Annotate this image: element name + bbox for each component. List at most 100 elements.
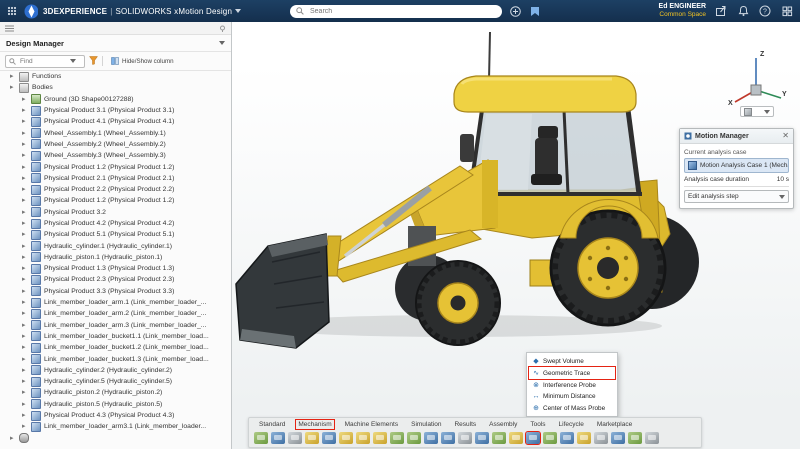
- expand-chevron-icon[interactable]: ▸: [22, 265, 28, 272]
- export-icon[interactable]: [645, 432, 659, 444]
- expand-chevron-icon[interactable]: ▸: [22, 164, 28, 171]
- tree-item[interactable]: ▸ Link_member_loader_arm3.1 (Link_member…: [0, 421, 231, 432]
- tree-item[interactable]: ▸ Hydraulic_piston.2 (Hydraulic_piston.2…: [0, 387, 231, 398]
- measure-icon[interactable]: [594, 432, 608, 444]
- mechanism-manager-icon[interactable]: [271, 432, 285, 444]
- add-icon[interactable]: [508, 4, 522, 18]
- expand-chevron-icon[interactable]: ▸: [22, 220, 28, 227]
- cylindrical-joint-icon[interactable]: [373, 432, 387, 444]
- tree-item[interactable]: ▸ Link_member_loader_arm.1 (Link_member_…: [0, 297, 231, 308]
- force-icon[interactable]: [509, 432, 523, 444]
- find-input[interactable]: [18, 56, 68, 66]
- action-bar-tab[interactable]: Simulation: [409, 420, 443, 429]
- refresh-icon[interactable]: [254, 432, 268, 444]
- tree-item[interactable]: ▸ Physical Product 1.2 (Physical Product…: [0, 195, 231, 206]
- expand-chevron-icon[interactable]: ▸: [22, 197, 28, 204]
- expand-chevron-icon[interactable]: ▸: [22, 344, 28, 351]
- chevron-down-icon[interactable]: [70, 59, 76, 63]
- expand-chevron-icon[interactable]: ▸: [22, 175, 28, 182]
- motor-icon[interactable]: [424, 432, 438, 444]
- hide-show-column[interactable]: Hide/Show column: [111, 57, 174, 65]
- duration-value[interactable]: 10 s: [777, 176, 789, 183]
- tree-item[interactable]: ▸ Physical Product 2.2 (Physical Product…: [0, 184, 231, 195]
- gravity-icon[interactable]: [492, 432, 506, 444]
- expand-chevron-icon[interactable]: ▸: [22, 401, 28, 408]
- tree-item[interactable]: ▸ Link_member_loader_bucket1.1 (Link_mem…: [0, 331, 231, 342]
- exploded-view-icon[interactable]: [305, 432, 319, 444]
- gear-joint-icon[interactable]: [390, 432, 404, 444]
- panel-title-row[interactable]: Design Manager: [0, 35, 231, 52]
- expand-chevron-icon[interactable]: ▸: [22, 186, 28, 193]
- tree-item[interactable]: ▸ Wheel_Assembly.3 (Wheel_Assembly.3): [0, 150, 231, 161]
- actuator-icon[interactable]: [441, 432, 455, 444]
- expand-chevron-icon[interactable]: ▸: [22, 356, 28, 363]
- action-bar-tab[interactable]: Mechanism: [295, 419, 335, 430]
- tree-item[interactable]: ▸ Wheel_Assembly.1 (Wheel_Assembly.1): [0, 127, 231, 139]
- flyout-item[interactable]: ↔ Minimum Distance: [529, 391, 615, 402]
- search-input[interactable]: [308, 6, 496, 16]
- tree-item[interactable]: ▸ Functions: [0, 71, 231, 82]
- action-bar-tab[interactable]: Lifecycle: [557, 420, 586, 429]
- edit-analysis-step-dropdown[interactable]: Edit analysis step: [684, 190, 789, 203]
- tree-item[interactable]: ▸ Hydraulic_piston.5 (Hydraulic_piston.5…: [0, 399, 231, 410]
- tree-item[interactable]: ▸ Physical Product 2.3 (Physical Product…: [0, 274, 231, 285]
- expand-chevron-icon[interactable]: ▸: [22, 333, 28, 340]
- expand-chevron-icon[interactable]: ▸: [22, 389, 28, 396]
- sensor-icon[interactable]: [611, 432, 625, 444]
- tree-item[interactable]: ▸: [0, 433, 231, 444]
- spring-icon[interactable]: [458, 432, 472, 444]
- tree-item[interactable]: ▸ Link_member_loader_bucket1.2 (Link_mem…: [0, 342, 231, 353]
- tree-item[interactable]: ▸ Physical Product 4.1 (Physical Product…: [0, 116, 231, 127]
- tree-item[interactable]: ▸ Bodies: [0, 82, 231, 93]
- filter-funnel-icon[interactable]: [89, 52, 98, 70]
- expand-chevron-icon[interactable]: ▸: [22, 423, 28, 430]
- expand-chevron-icon[interactable]: ▸: [22, 130, 28, 137]
- flyout-item[interactable]: ⊗ Interference Probe: [529, 379, 615, 391]
- flyout-item[interactable]: ⊕ Center of Mass Probe: [529, 402, 615, 414]
- tree-item[interactable]: ▸ Physical Product 3.2: [0, 207, 231, 218]
- user-block[interactable]: Ed ENGINEER Common Space: [659, 3, 706, 19]
- expand-chevron-icon[interactable]: ▸: [22, 152, 28, 159]
- 3d-viewport[interactable]: Z X Y Motion Manager ✕ Current analysis …: [232, 22, 800, 449]
- probe-tools-icon[interactable]: [525, 431, 541, 445]
- tree-item[interactable]: ▸ Ground (3D Shape00127288): [0, 94, 231, 105]
- tree-item[interactable]: ▸ Hydraulic_cylinder.1 (Hydraulic_cylind…: [0, 240, 231, 252]
- tree-item[interactable]: ▸ Hydraulic_cylinder.2 (Hydraulic_cylind…: [0, 365, 231, 376]
- expand-chevron-icon[interactable]: ▸: [22, 243, 28, 250]
- plot-icon[interactable]: [577, 432, 591, 444]
- collision-check-icon[interactable]: [628, 432, 642, 444]
- prismatic-joint-icon[interactable]: [356, 432, 370, 444]
- expand-chevron-icon[interactable]: ▸: [22, 367, 28, 374]
- flyout-item[interactable]: ∿ Geometric Trace: [528, 366, 616, 380]
- expand-chevron-icon[interactable]: ▸: [22, 254, 28, 261]
- tree-item[interactable]: ▸ Physical Product 4.3 (Physical Product…: [0, 410, 231, 421]
- tree-item[interactable]: ▸ Physical Product 3.1 (Physical Product…: [0, 105, 231, 116]
- view-selector[interactable]: [740, 106, 774, 117]
- axes-triad[interactable]: Z X Y: [726, 46, 788, 106]
- tree-item[interactable]: ▸ Physical Product 1.2 (Physical Product…: [0, 161, 231, 173]
- action-bar-tab[interactable]: Standard: [257, 420, 287, 429]
- panel-pin-icon[interactable]: [219, 19, 226, 37]
- animate-icon[interactable]: [560, 432, 574, 444]
- revolute-joint-icon[interactable]: [339, 432, 353, 444]
- expand-chevron-icon[interactable]: ▸: [22, 209, 28, 216]
- expand-chevron-icon[interactable]: ▸: [22, 378, 28, 385]
- expand-chevron-icon[interactable]: ▸: [22, 96, 28, 103]
- chevron-down-icon[interactable]: [219, 41, 225, 45]
- contact-icon[interactable]: [475, 432, 489, 444]
- panel-menu-icon[interactable]: [5, 19, 14, 37]
- action-bar-tab[interactable]: Machine Elements: [343, 420, 400, 429]
- expand-chevron-icon[interactable]: ▸: [22, 141, 28, 148]
- compass-icon[interactable]: [24, 4, 38, 18]
- action-bar-tab[interactable]: Marketplace: [595, 420, 634, 429]
- tag-icon[interactable]: [528, 4, 542, 18]
- tree-item[interactable]: ▸ Physical Product 3.3 (Physical Product…: [0, 286, 231, 297]
- tree-item[interactable]: ▸ Link_member_loader_bucket1.3 (Link_mem…: [0, 353, 231, 365]
- tree-item[interactable]: ▸ Wheel_Assembly.2 (Wheel_Assembly.2): [0, 139, 231, 150]
- tree-item[interactable]: ▸ Physical Product 4.2 (Physical Product…: [0, 218, 231, 229]
- share-icon[interactable]: [714, 4, 728, 18]
- expand-chevron-icon[interactable]: ▸: [22, 299, 28, 306]
- coupling-joint-icon[interactable]: [407, 432, 421, 444]
- action-bar-tab[interactable]: Results: [452, 420, 478, 429]
- apps-grid-icon[interactable]: [5, 4, 19, 18]
